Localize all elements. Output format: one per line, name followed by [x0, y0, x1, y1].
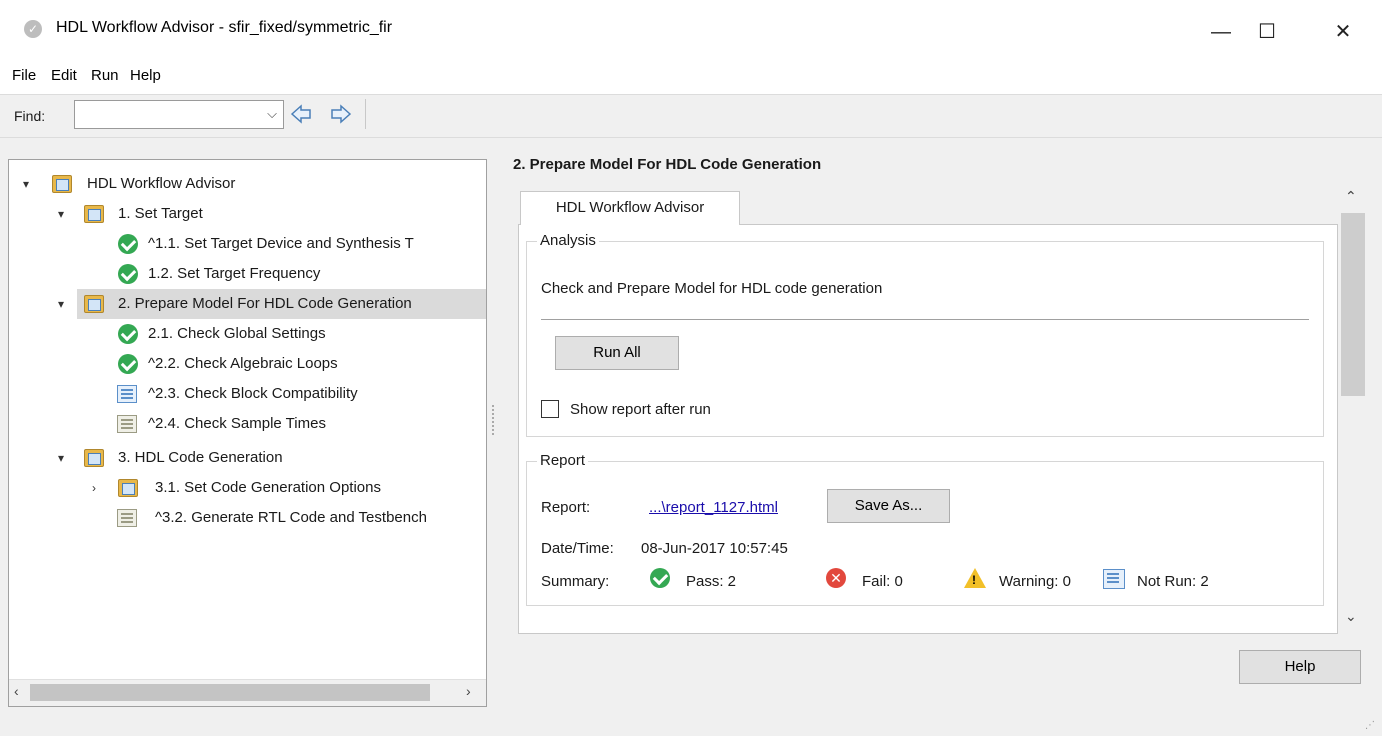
- tree-item-prepare-model[interactable]: 2. Prepare Model For HDL Code Generation: [77, 289, 486, 319]
- tree-item-label: ^3.2. Generate RTL Code and Testbench: [155, 509, 427, 526]
- minimize-button[interactable]: —: [1198, 12, 1244, 52]
- pass-check-icon: [118, 354, 138, 374]
- folder-icon: [84, 449, 104, 467]
- folder-icon: [84, 295, 104, 313]
- fail-count: Fail: 0: [862, 573, 903, 590]
- datetime-label: Date/Time:: [541, 540, 614, 557]
- scrollbar-thumb[interactable]: [1341, 213, 1365, 396]
- tree-item-set-target[interactable]: ▾ 1. Set Target: [9, 199, 486, 229]
- tree-item-codegen-options[interactable]: › 3.1. Set Code Generation Options: [9, 473, 486, 503]
- tab-hdl-workflow-advisor[interactable]: HDL Workflow Advisor: [520, 191, 740, 225]
- chevron-down-icon[interactable]: ▾: [54, 289, 68, 319]
- show-report-label: Show report after run: [570, 401, 711, 418]
- report-link[interactable]: ...\report_1127.html: [649, 499, 778, 516]
- tree-item-label: 1. Set Target: [118, 205, 203, 222]
- not-run-count: Not Run: 2: [1137, 573, 1209, 590]
- scroll-up-icon[interactable]: ⌃: [1345, 188, 1357, 205]
- forward-arrow-icon[interactable]: [330, 103, 352, 125]
- help-button[interactable]: Help: [1239, 650, 1361, 684]
- analysis-description: Check and Prepare Model for HDL code gen…: [541, 280, 883, 297]
- chevron-down-icon[interactable]: ▾: [54, 443, 68, 473]
- menu-run[interactable]: Run: [91, 67, 119, 84]
- scroll-down-icon[interactable]: ⌄: [1345, 608, 1357, 625]
- matlab-check-icon: ✓: [24, 20, 42, 38]
- task-tree[interactable]: ▾ HDL Workflow Advisor ▾ 1. Set Target ^…: [8, 159, 487, 707]
- pass-check-icon: [118, 324, 138, 344]
- pass-check-icon: [118, 234, 138, 254]
- scroll-left-icon[interactable]: ‹: [14, 683, 19, 699]
- divider: [541, 319, 1309, 320]
- tree-item-block-compat[interactable]: ^2.3. Check Block Compatibility: [9, 379, 486, 409]
- datetime-value: 08-Jun-2017 10:57:45: [641, 540, 788, 557]
- tree-item-label: 2. Prepare Model For HDL Code Generation: [118, 295, 412, 312]
- tree-item-label: 1.2. Set Target Frequency: [148, 265, 321, 282]
- warning-count: Warning: 0: [999, 573, 1071, 590]
- chevron-down-icon[interactable]: ▾: [54, 199, 68, 229]
- tree-item-algebraic-loops[interactable]: ^2.2. Check Algebraic Loops: [9, 349, 486, 379]
- tree-item-label: ^2.3. Check Block Compatibility: [148, 385, 358, 402]
- menu-help[interactable]: Help: [130, 67, 161, 84]
- folder-check-icon: [84, 205, 104, 223]
- show-report-checkbox[interactable]: [541, 400, 559, 418]
- scroll-right-icon[interactable]: ›: [466, 683, 471, 699]
- tree-item-global-settings[interactable]: 2.1. Check Global Settings: [9, 319, 486, 349]
- folder-icon: [52, 175, 72, 193]
- pass-count: Pass: 2: [686, 573, 737, 590]
- scrollbar-thumb[interactable]: [30, 684, 430, 701]
- resize-grip-icon[interactable]: ⋰: [1365, 720, 1377, 732]
- tree-item-code-generation[interactable]: ▾ 3. HDL Code Generation: [9, 443, 486, 473]
- not-run-list-icon: [1103, 569, 1125, 589]
- window-title: HDL Workflow Advisor - sfir_fixed/symmet…: [56, 19, 393, 36]
- tree-item-target-device[interactable]: ^1.1. Set Target Device and Synthesis T: [9, 229, 486, 259]
- disabled-list-icon: [117, 415, 137, 433]
- tree-item-target-frequency[interactable]: 1.2. Set Target Frequency: [9, 259, 486, 289]
- tree-item-rtl-code[interactable]: ^3.2. Generate RTL Code and Testbench: [9, 503, 486, 533]
- tree-item-sample-times[interactable]: ^2.4. Check Sample Times: [9, 409, 486, 439]
- menu-file[interactable]: File: [12, 67, 36, 84]
- disabled-list-icon: [117, 509, 137, 527]
- summary-label: Summary:: [541, 573, 610, 590]
- back-arrow-icon[interactable]: [290, 103, 312, 125]
- folder-icon: [118, 479, 138, 497]
- pass-check-icon: [118, 264, 138, 284]
- tree-item-label: ^2.4. Check Sample Times: [148, 415, 326, 432]
- tree-root[interactable]: ▾ HDL Workflow Advisor: [9, 169, 486, 199]
- chevron-right-icon[interactable]: ›: [87, 473, 101, 503]
- pass-check-icon: [650, 568, 670, 588]
- analysis-label: Analysis: [537, 232, 599, 249]
- panel-splitter[interactable]: [492, 405, 495, 435]
- tree-root-label: HDL Workflow Advisor: [87, 175, 236, 192]
- report-group-label: Report: [537, 452, 589, 469]
- find-label: Find:: [14, 108, 46, 124]
- save-as-button[interactable]: Save As...: [827, 489, 950, 523]
- chevron-down-icon[interactable]: ⌵: [267, 106, 277, 122]
- tree-item-label: ^2.2. Check Algebraic Loops: [148, 355, 338, 372]
- warning-mark: !: [972, 573, 976, 587]
- run-all-button[interactable]: Run All: [555, 336, 679, 370]
- chevron-down-icon[interactable]: ▾: [19, 169, 33, 199]
- tree-item-label: 3.1. Set Code Generation Options: [155, 479, 381, 496]
- find-input[interactable]: ⌵: [74, 100, 284, 129]
- menu-edit[interactable]: Edit: [51, 67, 77, 84]
- toolbar-separator: [365, 99, 366, 129]
- tree-item-label: 2.1. Check Global Settings: [148, 325, 326, 342]
- report-label: Report:: [541, 499, 591, 516]
- tree-item-label: ^1.1. Set Target Device and Synthesis T: [148, 235, 414, 252]
- menu-bar: [0, 60, 1382, 94]
- page-title: 2. Prepare Model For HDL Code Generation: [513, 156, 822, 173]
- close-button[interactable]: ✕: [1320, 12, 1366, 52]
- tree-item-label: 3. HDL Code Generation: [118, 449, 283, 466]
- not-run-list-icon: [117, 385, 137, 403]
- fail-x-icon: ✕: [826, 568, 846, 588]
- maximize-button[interactable]: ☐: [1244, 12, 1290, 52]
